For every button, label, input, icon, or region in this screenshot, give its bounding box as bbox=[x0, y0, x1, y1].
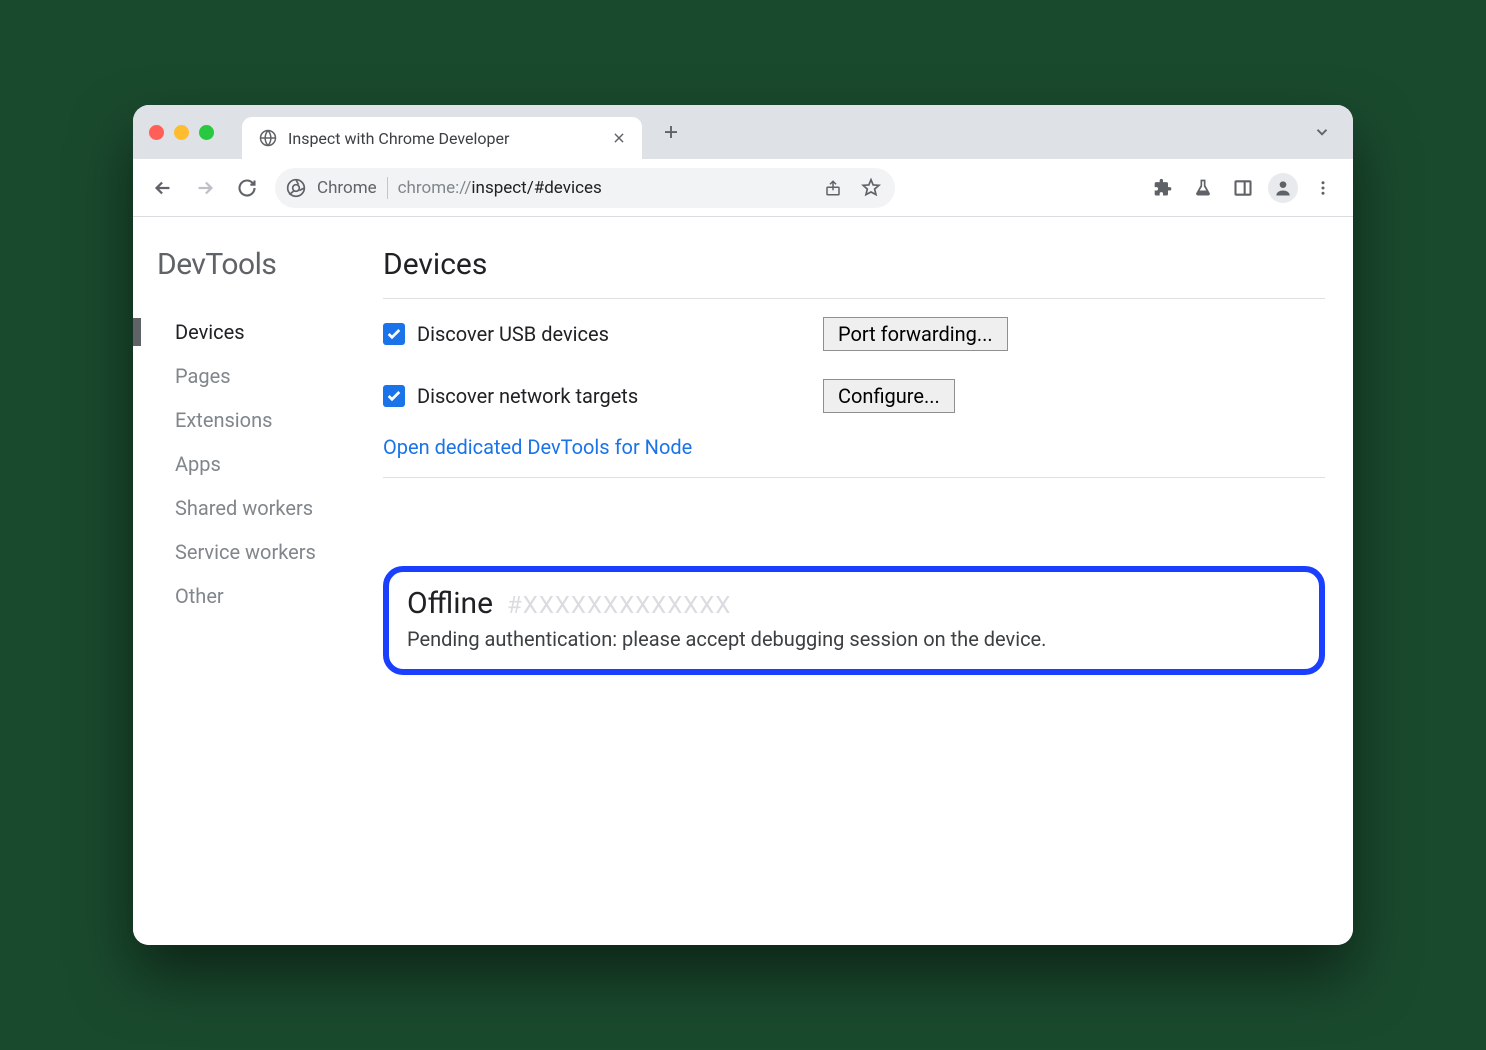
profile-button[interactable] bbox=[1265, 170, 1301, 206]
back-button[interactable] bbox=[145, 170, 181, 206]
bookmark-star-icon[interactable] bbox=[857, 174, 885, 202]
minimize-window-button[interactable] bbox=[174, 125, 189, 140]
share-icon[interactable] bbox=[819, 174, 847, 202]
sidebar: DevTools Devices Pages Extensions Apps S… bbox=[133, 217, 373, 945]
globe-icon bbox=[258, 128, 278, 148]
device-id: #XXXXXXXXXXXXX bbox=[507, 591, 731, 619]
port-forwarding-button[interactable]: Port forwarding... bbox=[823, 317, 1008, 351]
nav-other[interactable]: Other bbox=[151, 574, 373, 618]
close-tab-icon[interactable] bbox=[610, 129, 628, 147]
side-panel-icon[interactable] bbox=[1225, 170, 1261, 206]
maximize-window-button[interactable] bbox=[199, 125, 214, 140]
sidebar-title: DevTools bbox=[157, 247, 373, 282]
extensions-icon[interactable] bbox=[1145, 170, 1181, 206]
browser-window: Inspect with Chrome Developer Chrome bbox=[133, 105, 1353, 945]
tabs-dropdown-button[interactable] bbox=[1307, 117, 1337, 147]
omnibox-separator bbox=[387, 177, 388, 199]
labs-icon[interactable] bbox=[1185, 170, 1221, 206]
url-text: chrome://inspect/#devices bbox=[398, 178, 602, 198]
avatar-icon bbox=[1268, 173, 1298, 203]
nav-service-workers[interactable]: Service workers bbox=[151, 530, 373, 574]
toolbar: Chrome chrome://inspect/#devices bbox=[133, 159, 1353, 217]
open-dedicated-devtools-link[interactable]: Open dedicated DevTools for Node bbox=[383, 435, 692, 459]
toolbar-right-icons bbox=[1145, 170, 1341, 206]
nav-shared-workers[interactable]: Shared workers bbox=[151, 486, 373, 530]
page-content: DevTools Devices Pages Extensions Apps S… bbox=[133, 217, 1353, 945]
close-window-button[interactable] bbox=[149, 125, 164, 140]
forward-button[interactable] bbox=[187, 170, 223, 206]
configure-button[interactable]: Configure... bbox=[823, 379, 955, 413]
nav-apps[interactable]: Apps bbox=[151, 442, 373, 486]
tab-title: Inspect with Chrome Developer bbox=[288, 129, 600, 148]
main-panel: Devices Discover USB devices Port forwar… bbox=[373, 217, 1353, 945]
browser-tab[interactable]: Inspect with Chrome Developer bbox=[242, 117, 642, 159]
nav-devices[interactable]: Devices bbox=[151, 310, 373, 354]
discover-usb-label: Discover USB devices bbox=[417, 322, 609, 346]
url-chip-label: Chrome bbox=[317, 178, 377, 198]
device-status-callout: Offline #XXXXXXXXXXXXX Pending authentic… bbox=[383, 566, 1325, 675]
device-status: Offline bbox=[407, 586, 493, 621]
discover-usb-checkbox[interactable] bbox=[383, 323, 405, 345]
address-bar[interactable]: Chrome chrome://inspect/#devices bbox=[275, 168, 895, 208]
nav-pages[interactable]: Pages bbox=[151, 354, 373, 398]
chrome-icon bbox=[285, 177, 307, 199]
window-controls bbox=[149, 125, 214, 140]
new-tab-button[interactable] bbox=[656, 117, 686, 147]
discover-network-label: Discover network targets bbox=[417, 384, 638, 408]
page-title: Devices bbox=[383, 247, 1325, 282]
tab-strip: Inspect with Chrome Developer bbox=[133, 105, 1353, 159]
nav-extensions[interactable]: Extensions bbox=[151, 398, 373, 442]
device-message: Pending authentication: please accept de… bbox=[407, 627, 1301, 651]
reload-button[interactable] bbox=[229, 170, 265, 206]
discover-network-checkbox[interactable] bbox=[383, 385, 405, 407]
menu-button[interactable] bbox=[1305, 170, 1341, 206]
